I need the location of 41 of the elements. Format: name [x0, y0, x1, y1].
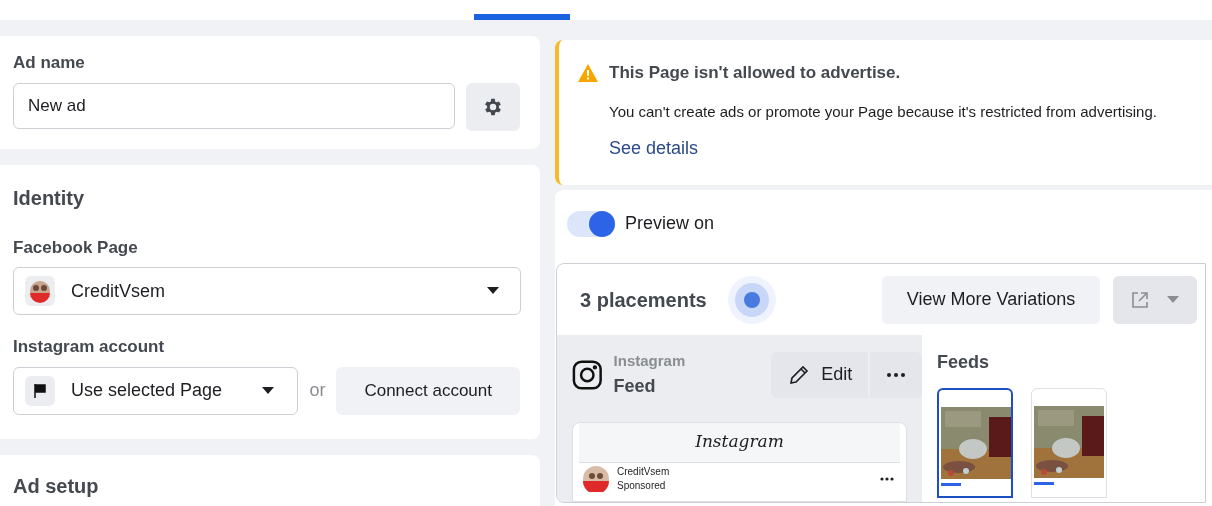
feeds-title: Feeds — [937, 351, 991, 374]
instagram-icon — [572, 358, 603, 391]
field-label: Ad name — [13, 52, 86, 74]
field-label: Instagram account — [13, 336, 166, 358]
section-title: Ad setup — [13, 473, 100, 499]
see-details-link[interactable]: See details — [609, 135, 699, 162]
dropdown-value: Use selected Page — [71, 379, 224, 402]
position-label: Feed — [613, 374, 657, 398]
account-dropdown[interactable]: Use selected Page — [13, 366, 299, 415]
external-link-icon — [1130, 289, 1150, 310]
flag-icon — [25, 375, 55, 406]
sponsored-label: Sponsored — [617, 478, 667, 493]
section-title: Identity — [13, 185, 86, 211]
account-name: CreditVsem — [617, 464, 671, 479]
toggle-label: Preview on — [625, 212, 715, 235]
platform-label: Instagram — [613, 351, 687, 371]
caret-icon — [1166, 295, 1180, 304]
page-dropdown[interactable]: CreditVsem — [13, 267, 521, 315]
more-icon — [880, 476, 894, 481]
caret-icon — [261, 386, 276, 395]
alert-message: You can't create ads or promote your Page because it's restricted from advertising. — [609, 101, 1158, 122]
ad-name-field[interactable]: New ad — [13, 82, 456, 129]
separator-text: or — [309, 379, 326, 402]
placements-title: 3 placements — [580, 287, 707, 313]
settings-button[interactable] — [466, 82, 520, 131]
pulse-indicator-icon — [726, 274, 777, 325]
preview-toggle[interactable] — [567, 210, 615, 237]
app-name: Instagram — [695, 430, 784, 454]
connect-account-button[interactable]: Connect account — [336, 366, 520, 415]
edit-button[interactable]: Edit — [771, 351, 869, 398]
more-icon — [887, 372, 906, 377]
dropdown-value: CreditVsem — [71, 279, 167, 303]
avatar-icon — [25, 276, 55, 306]
field-label: Facebook Page — [13, 236, 139, 259]
share-menu-button[interactable] — [1113, 275, 1197, 324]
feed-thumbnail[interactable] — [937, 388, 1013, 498]
view-more-variations-button[interactable]: View More Variations — [882, 275, 1100, 324]
avatar-icon — [583, 465, 609, 492]
caret-icon — [486, 287, 500, 295]
alert-title: This Page isn't allowed to advertise. — [609, 62, 901, 84]
warning-icon — [577, 62, 599, 83]
